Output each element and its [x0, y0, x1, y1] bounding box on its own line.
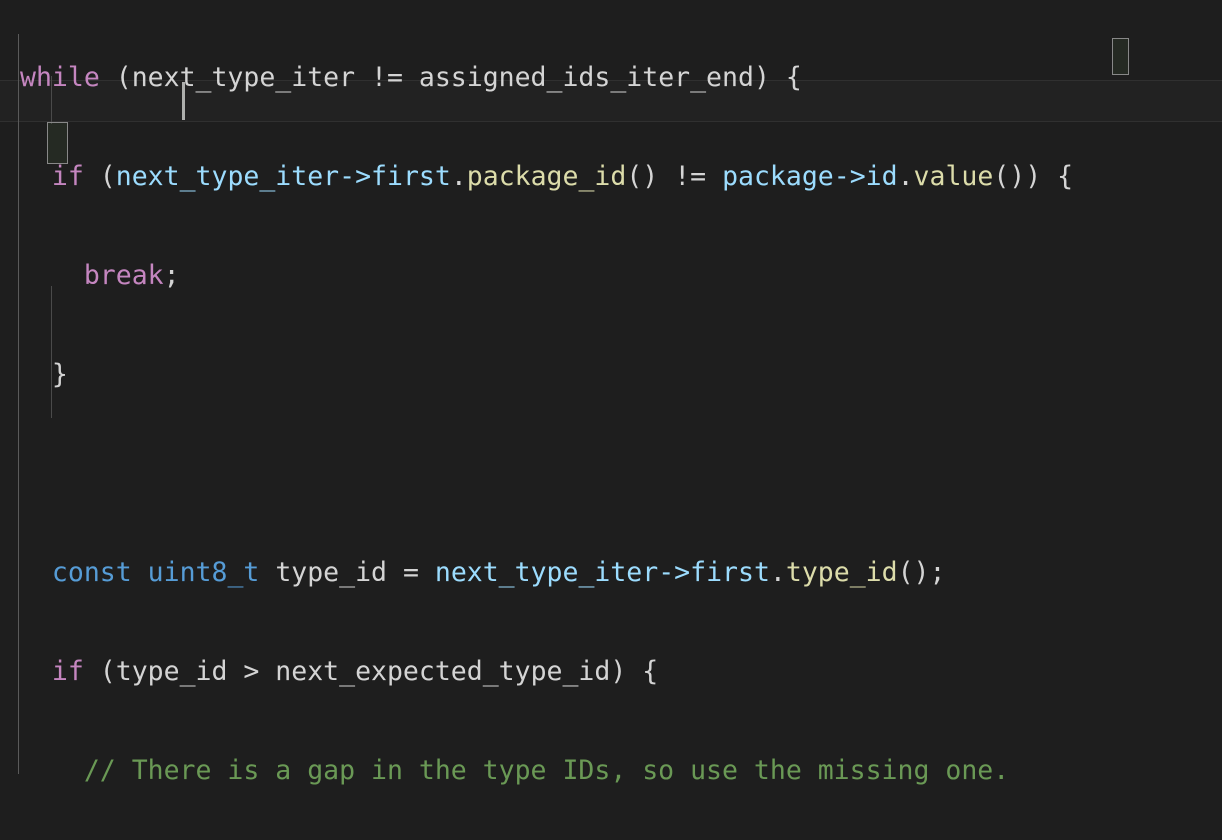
code-line-7[interactable]: // There is a gap in the type IDs, so us… — [0, 750, 1222, 792]
token-keyword-if: if — [51, 656, 84, 687]
token-function-value: value — [913, 161, 994, 192]
token-punct: () != — [626, 161, 723, 192]
code-line-1[interactable]: if (next_type_iter->first.package_id() !… — [0, 156, 1222, 198]
token-punct — [132, 557, 148, 588]
code-line-3[interactable]: } — [0, 354, 1222, 396]
token-type-uint8-t: uint8_t — [147, 557, 260, 588]
token-punct: ) { — [753, 62, 802, 93]
token-punct: ; — [163, 260, 180, 291]
token-variable-next-type-iter: next_type_iter->first — [115, 161, 451, 192]
token-function-type-id: type_id — [785, 557, 898, 588]
token-keyword-while: while — [20, 62, 100, 93]
token-variable-next-type-iter: next_type_iter->first — [434, 557, 770, 588]
token-punct: . — [897, 161, 914, 192]
token-keyword-if: if — [51, 161, 84, 192]
text-cursor — [182, 82, 185, 120]
token-punct: (); — [897, 557, 946, 588]
token-keyword-break: break — [83, 260, 164, 291]
token-punct-closing-brace: } — [20, 359, 68, 390]
code-line-4[interactable] — [0, 453, 1222, 495]
token-punct: . — [769, 557, 786, 588]
token-punct: ( — [99, 62, 132, 93]
token-punct: . — [450, 161, 467, 192]
code-line-5[interactable]: const uint8_t type_id = next_type_iter->… — [0, 552, 1222, 594]
token-identifier-type-id: type_id = — [259, 557, 435, 588]
token-function-package-id: package_id — [466, 161, 627, 192]
token-punct: ()) { — [993, 161, 1074, 192]
code-content[interactable]: while (next_type_iter != assigned_ids_it… — [0, 0, 1222, 840]
token-identifier: next_type_iter != assigned_ids_iter_end — [131, 62, 754, 93]
token-punct: ( — [83, 161, 116, 192]
token-blank — [20, 458, 36, 489]
code-editor[interactable]: while (next_type_iter != assigned_ids_it… — [0, 0, 1222, 840]
code-line-6[interactable]: if (type_id > next_expected_type_id) { — [0, 651, 1222, 693]
token-variable-package-id: package->id — [722, 161, 898, 192]
code-line-2[interactable]: break; — [0, 255, 1222, 297]
token-comment-gap: // There is a gap in the type IDs, so us… — [83, 755, 1010, 786]
token-keyword-const: const — [51, 557, 132, 588]
token-condition: (type_id > next_expected_type_id) { — [83, 656, 659, 687]
